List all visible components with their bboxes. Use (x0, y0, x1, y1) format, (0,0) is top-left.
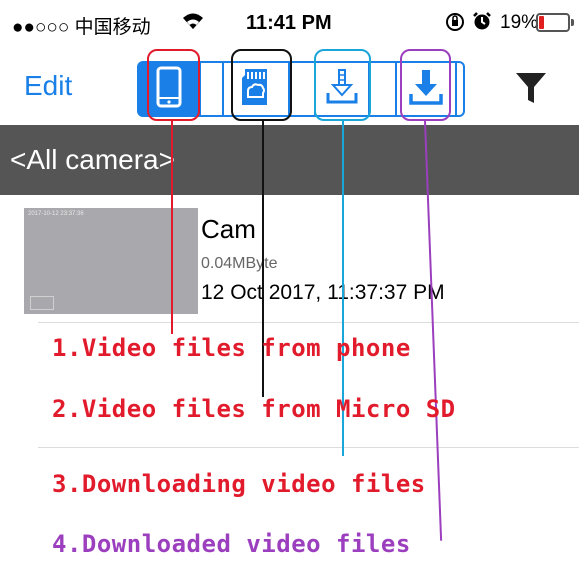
thumbnail-timestamp: 2017-10-12 23:37:36 (28, 211, 84, 217)
status-bar: ●●○○○ 中国移动 11:41 PM 19% (0, 0, 579, 46)
row-divider (38, 322, 579, 323)
segment-divider (288, 61, 316, 117)
annotation-micro-sd-files: 2.Video files from Micro SD (52, 395, 456, 423)
camera-filter-header[interactable]: <All camera> (0, 125, 579, 195)
filter-icon (514, 73, 548, 110)
file-size: 0.04MByte (201, 255, 278, 272)
highlight-micro-sd (231, 49, 292, 121)
file-date: 12 Oct 2017, 11:37:37 PM (201, 281, 445, 304)
leader-line-phone (171, 121, 173, 334)
orientation-lock-icon (445, 12, 465, 37)
thumbnail-overlay (30, 296, 54, 310)
wifi-icon (182, 10, 204, 36)
highlight-downloading (314, 49, 371, 121)
alarm-icon (472, 11, 492, 37)
carrier-label: ●●○○○ 中国移动 (12, 17, 151, 38)
camera-filter-title: <All camera> (10, 144, 175, 175)
battery-icon (536, 13, 574, 32)
segment-divider (199, 61, 224, 117)
annotation-downloaded-files: 4.Downloaded video files (52, 530, 411, 558)
status-time: 11:41 PM (246, 12, 332, 34)
highlight-phone (147, 49, 200, 121)
edit-button[interactable]: Edit (24, 70, 72, 102)
segment-end-cap (455, 61, 465, 117)
segment-divider (368, 61, 397, 117)
annotation-phone-files: 1.Video files from phone (52, 334, 411, 362)
filter-button[interactable] (514, 70, 548, 111)
annotation-downloading-files: 3.Downloading video files (52, 470, 426, 498)
highlight-downloaded (400, 49, 451, 121)
row-divider (38, 447, 579, 448)
file-name: Cam (201, 214, 256, 244)
battery-percent: 19% (500, 12, 539, 33)
